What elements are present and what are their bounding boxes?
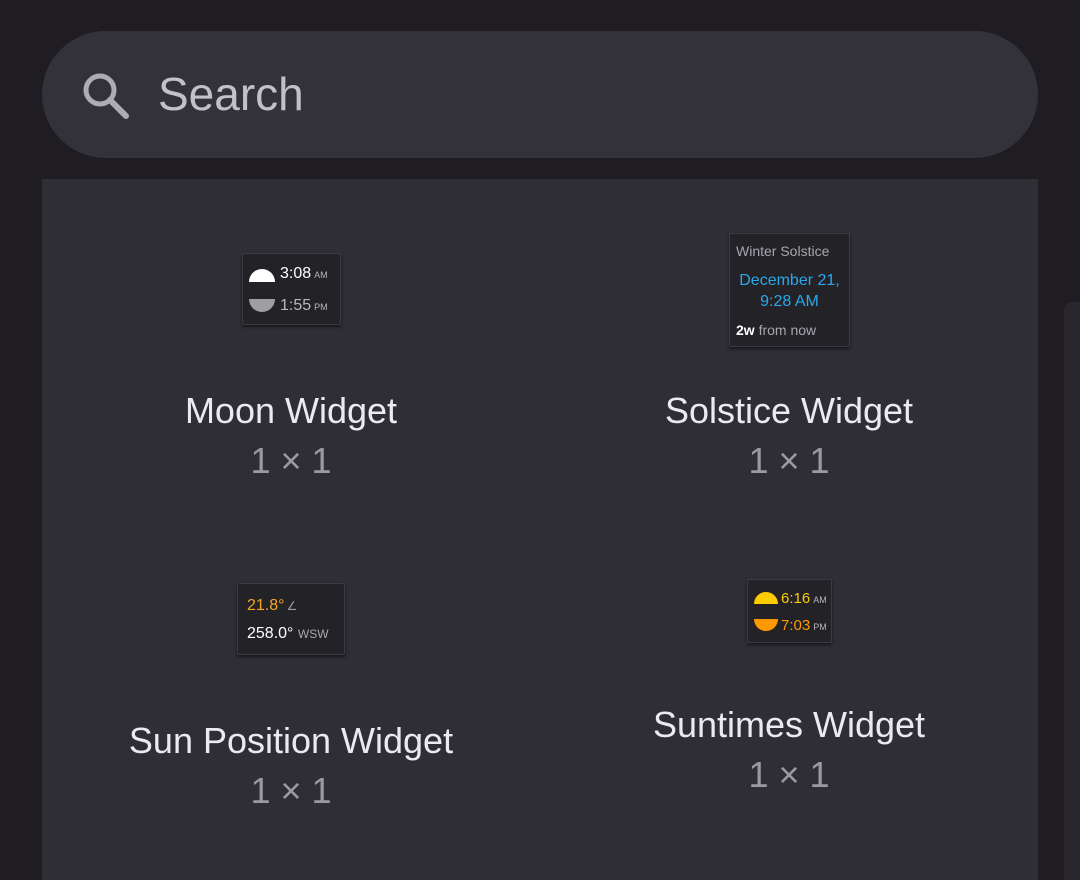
solstice-widget-preview[interactable]: Winter Solstice December 21, 9:28 AM 2w …: [729, 233, 850, 347]
solstice-widget-item[interactable]: Solstice Widget 1 × 1: [540, 390, 1038, 482]
moonset-time: 1:55: [280, 297, 312, 314]
search-input[interactable]: Search: [158, 66, 304, 122]
moonrise-ampm: AM: [314, 270, 328, 280]
widget-size: 1 × 1: [250, 770, 332, 811]
widget-title: Solstice Widget: [664, 390, 914, 431]
elevation-angle-icon: ∠: [286, 599, 298, 613]
solstice-event-label: Winter Solstice: [736, 243, 830, 259]
sunrise-ampm: AM: [813, 595, 827, 605]
widget-size: 1 × 1: [250, 440, 332, 481]
widget-title: Sun Position Widget: [128, 720, 454, 761]
suntimes-widget-item[interactable]: Suntimes Widget 1 × 1: [540, 704, 1038, 796]
widget-title: Suntimes Widget: [652, 704, 926, 745]
solstice-date: December 21,: [739, 272, 840, 289]
sunset-time: 7:03: [781, 617, 811, 634]
moonrise-icon: [249, 269, 275, 282]
search-icon[interactable]: [78, 68, 132, 122]
scrollbar[interactable]: [1064, 302, 1080, 880]
moon-widget-item[interactable]: Moon Widget 1 × 1: [42, 390, 540, 482]
sun-direction: WSW: [297, 627, 329, 641]
moonset-icon: [249, 299, 275, 312]
sunrise-time: 6:16: [781, 590, 811, 607]
sunset-ampm: PM: [813, 622, 827, 632]
widget-title: Moon Widget: [184, 390, 398, 431]
solstice-time: 9:28 AM: [760, 293, 819, 310]
solstice-countdown: 2w: [736, 322, 755, 338]
sunrise-icon: [754, 592, 778, 604]
sun-position-widget-item[interactable]: Sun Position Widget 1 × 1: [42, 720, 540, 812]
solstice-countdown-suffix: from now: [758, 322, 817, 338]
sun-elevation: 21.8°: [247, 597, 285, 614]
sun-position-widget-preview[interactable]: 21.8° ∠ 258.0° WSW: [237, 583, 345, 655]
moon-widget-preview[interactable]: 3:08 AM 1:55 PM: [242, 253, 341, 325]
widget-size: 1 × 1: [748, 440, 830, 481]
moonrise-time: 3:08: [280, 265, 312, 282]
moonset-ampm: PM: [314, 302, 328, 312]
suntimes-widget-preview[interactable]: 6:16 AM 7:03 PM: [747, 579, 832, 643]
sun-azimuth: 258.0°: [247, 625, 294, 642]
widget-size: 1 × 1: [748, 754, 830, 795]
sunset-icon: [754, 619, 778, 631]
